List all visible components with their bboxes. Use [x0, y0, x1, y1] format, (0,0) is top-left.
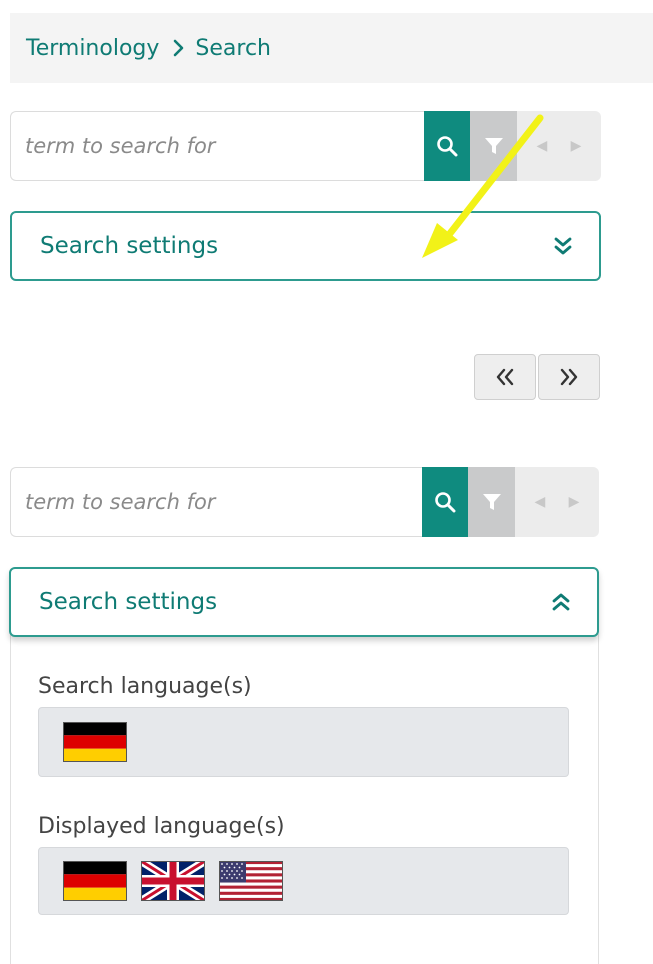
breadcrumb-current: Search [195, 35, 271, 61]
collapse-all-button[interactable] [474, 354, 536, 400]
search-settings-toggle-top[interactable]: Search settings [10, 211, 601, 281]
displayed-languages-label: Displayed language(s) [38, 814, 285, 839]
breadcrumb-terminology-link[interactable]: Terminology [26, 36, 159, 61]
search-languages-select[interactable] [38, 707, 569, 777]
double-chevron-right-icon [560, 368, 578, 386]
search-settings-label: Search settings [40, 233, 219, 259]
filter-icon [484, 138, 503, 154]
search-bar-bottom: ◀ ▶ [10, 467, 599, 537]
de-flag-icon [63, 722, 127, 762]
search-bar-top: ◀ ▶ [10, 111, 601, 181]
double-chevron-left-icon [496, 368, 514, 386]
search-settings-label: Search settings [39, 589, 218, 615]
triangle-right-icon[interactable]: ▶ [569, 494, 580, 510]
filter-icon [482, 494, 501, 510]
uk-flag-icon [141, 861, 205, 901]
search-settings-toggle-bottom[interactable]: Search settings [9, 567, 599, 637]
search-input-top[interactable] [10, 111, 424, 181]
filter-button-bottom[interactable] [468, 467, 515, 537]
displayed-languages-select[interactable] [38, 847, 569, 915]
triangle-left-icon[interactable]: ◀ [535, 494, 546, 510]
filter-button-top[interactable] [470, 111, 517, 181]
double-chevron-down-icon [554, 237, 572, 255]
us-flag-icon [219, 861, 283, 901]
result-nav-top[interactable]: ◀ ▶ [516, 111, 601, 181]
chevron-right-icon [173, 39, 185, 57]
search-languages-label: Search language(s) [38, 674, 252, 699]
search-input-bottom[interactable] [10, 467, 422, 537]
de-flag-icon [63, 861, 127, 901]
breadcrumb: Terminology Search [10, 13, 653, 83]
result-nav-bottom[interactable]: ◀ ▶ [514, 467, 599, 537]
search-icon [435, 492, 456, 513]
search-button-bottom[interactable] [422, 467, 469, 537]
triangle-left-icon[interactable]: ◀ [537, 138, 548, 154]
double-chevron-up-icon [552, 593, 570, 611]
triangle-right-icon[interactable]: ▶ [571, 138, 582, 154]
expand-all-button[interactable] [538, 354, 600, 400]
search-icon [437, 136, 458, 157]
search-button-top[interactable] [424, 111, 471, 181]
